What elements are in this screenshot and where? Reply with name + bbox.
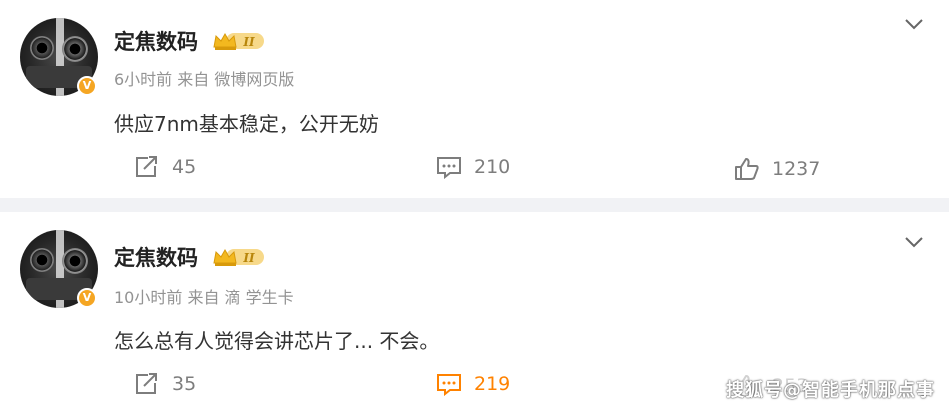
repost-icon: [136, 156, 157, 177]
post-time[interactable]: 10小时前: [114, 288, 182, 307]
like-button[interactable]: 1237: [734, 157, 820, 181]
crown-badge-icon[interactable]: II: [212, 31, 264, 51]
comment-button[interactable]: 210: [436, 155, 510, 179]
comment-icon: [437, 157, 461, 179]
author-name[interactable]: 定焦数码: [114, 242, 198, 272]
repost-button[interactable]: 35: [134, 372, 196, 396]
repost-count: 35: [172, 373, 197, 395]
post-time[interactable]: 6小时前: [114, 70, 172, 89]
crown-badge-icon[interactable]: II: [212, 247, 264, 267]
like-count: 1237: [772, 158, 821, 180]
verified-icon: V: [77, 76, 97, 96]
post-divider: [0, 198, 949, 212]
verified-icon: V: [77, 288, 97, 308]
post-meta: 10小时前 来自 滴 学生卡: [114, 284, 294, 308]
post-content: 供应7nm基本稳定，公开无妨: [114, 112, 379, 136]
repost-count: 45: [172, 156, 197, 178]
comment-count: 219: [474, 373, 511, 395]
post-content: 怎么总有人觉得会讲芯片了... 不会。: [114, 329, 440, 353]
repost-icon: [136, 373, 157, 394]
post-source: 来自 微博网页版: [177, 70, 295, 89]
chevron-down-icon[interactable]: [903, 234, 925, 250]
post-card: V 定焦数码 II 6小时前 来自 微博网页版 供应7nm基本稳定，公开无妨 4…: [0, 0, 949, 198]
post-meta: 6小时前 来自 微博网页版: [114, 66, 294, 90]
level-badge-text: II: [242, 251, 255, 265]
post-source: 来自 滴 学生卡: [187, 288, 294, 307]
comment-count: 210: [474, 156, 511, 178]
chevron-down-icon[interactable]: [903, 16, 925, 32]
repost-button[interactable]: 45: [134, 155, 196, 179]
author-name[interactable]: 定焦数码: [114, 26, 198, 56]
like-icon: [735, 158, 759, 180]
level-badge-text: II: [242, 35, 255, 49]
comment-button[interactable]: 219: [436, 372, 510, 396]
comment-icon: [437, 374, 461, 396]
watermark: 搜狐号@智能手机那点事: [726, 380, 935, 401]
